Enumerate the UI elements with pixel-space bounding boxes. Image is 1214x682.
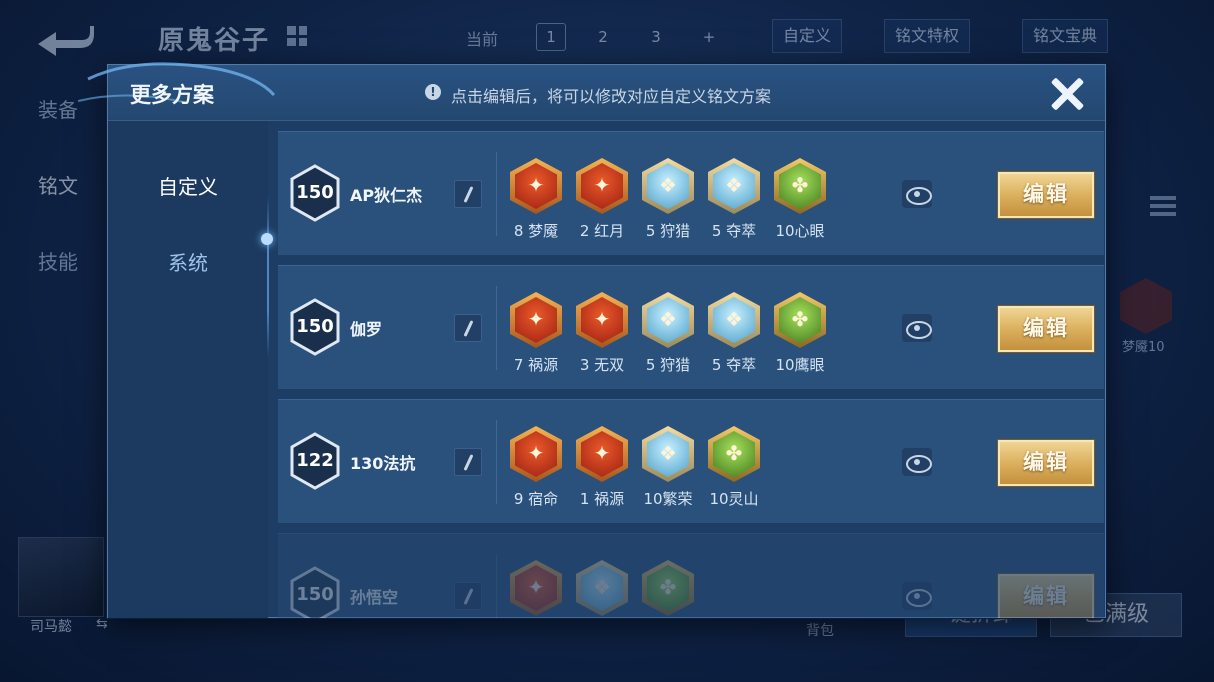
level-number: 150 xyxy=(296,584,334,605)
plan-name: 孙悟空 xyxy=(350,588,399,607)
swap-icon[interactable]: ⇆ xyxy=(96,616,108,632)
level-number: 150 xyxy=(296,182,334,203)
rune-slot[interactable]: ❖ 5 狩猎 xyxy=(642,292,694,374)
rune-slot[interactable]: ✤ 10灵山 xyxy=(708,426,760,508)
rune-slot[interactable]: ✦ 9 宿命 xyxy=(510,426,562,508)
level-number: 150 xyxy=(296,316,334,337)
side-tab-runes[interactable]: 铭文 xyxy=(38,170,78,199)
lightning-icon: ❖ xyxy=(642,292,694,348)
plan-row: 150 孙悟空 ✦ ❖ ✤ 编辑 xyxy=(278,533,1104,618)
edit-button[interactable]: 编辑 xyxy=(998,306,1094,352)
knot-icon: ❖ xyxy=(708,158,760,214)
page-tab-2[interactable]: 2 xyxy=(588,23,618,51)
hero-avatar[interactable] xyxy=(18,537,104,617)
preview-eye-icon[interactable] xyxy=(902,448,932,476)
rune-slot[interactable]: ❖ xyxy=(576,560,628,618)
clover-icon: ✤ xyxy=(774,292,826,348)
knot-icon: ❖ xyxy=(576,560,628,616)
preview-eye-icon[interactable] xyxy=(902,314,932,342)
level-badge: 150 xyxy=(289,566,341,618)
rune-slot[interactable]: ✤ 10鹰眼 xyxy=(774,292,826,374)
rune-preview-icon xyxy=(1120,278,1172,334)
grid-icon[interactable] xyxy=(287,26,307,46)
preview-eye-icon[interactable] xyxy=(902,180,932,208)
diamond-icon: ✦ xyxy=(576,292,628,348)
info-text: 点击编辑后，将可以修改对应自定义铭文方案 xyxy=(451,87,772,106)
flame-crest-icon: ✦ xyxy=(510,560,562,616)
custom-button[interactable]: 自定义 xyxy=(772,19,843,53)
rune-slot[interactable]: ✦ 7 祸源 xyxy=(510,292,562,374)
rename-pencil-icon[interactable] xyxy=(454,582,482,610)
info-icon: ! xyxy=(425,84,441,100)
active-tab-indicator xyxy=(261,233,273,245)
rune-label: 10鹰眼 xyxy=(775,356,825,374)
bag-label: 背包 xyxy=(806,623,834,639)
edit-button[interactable]: 编辑 xyxy=(998,172,1094,218)
claw-icon: ✦ xyxy=(576,426,628,482)
dialog-title: 更多方案 xyxy=(130,83,214,107)
page-tab-3[interactable]: 3 xyxy=(641,23,671,51)
hero-name: 司马懿 xyxy=(30,619,72,635)
rune-slot[interactable]: ✦ 1 祸源 xyxy=(576,426,628,508)
row-divider xyxy=(496,554,497,618)
level-number: 122 xyxy=(296,450,334,471)
page-tab-1[interactable]: 1 xyxy=(536,23,566,51)
star-icon: ❖ xyxy=(642,426,694,482)
rune-slot[interactable]: ✦ xyxy=(510,560,562,618)
rune-privilege-button[interactable]: 铭文特权 xyxy=(884,19,971,53)
side-tab-skills[interactable]: 技能 xyxy=(38,246,78,275)
rune-slot[interactable]: ✦ 8 梦魇 xyxy=(510,158,562,240)
current-label: 当前 xyxy=(466,30,499,49)
rune-slot[interactable]: ✤ xyxy=(642,560,694,618)
level-badge: 150 xyxy=(289,164,341,222)
lightning-icon: ❖ xyxy=(642,158,694,214)
tab-custom[interactable]: 自定义 xyxy=(108,171,268,200)
rune-slot[interactable]: ❖ 5 夺萃 xyxy=(708,158,760,240)
rune-slot[interactable]: ✤ 10心眼 xyxy=(774,158,826,240)
preview-eye-icon[interactable] xyxy=(902,582,932,610)
mountain-icon: ✤ xyxy=(708,426,760,482)
dialog-header: 更多方案 ! 点击编辑后，将可以修改对应自定义铭文方案 xyxy=(78,62,1105,121)
rune-slot[interactable]: ❖ 5 狩猎 xyxy=(642,158,694,240)
tab-system[interactable]: 系统 xyxy=(108,247,268,276)
rename-pencil-icon[interactable] xyxy=(454,448,482,476)
rune-slot[interactable]: ✦ 2 红月 xyxy=(576,158,628,240)
rune-preview-label: 梦魇10 xyxy=(1122,340,1165,355)
plan-name: 130法抗 xyxy=(350,454,416,473)
side-tab-equipment[interactable]: 装备 xyxy=(38,94,78,123)
plan-list[interactable]: 150 AP狄仁杰 ✦ 8 梦魇 ✦ 2 红月 ❖ 5 狩猎 ❖ 5 夺萃 ✤ 10心眼 编辑 150 伽罗… xyxy=(278,131,1104,618)
more-plans-dialog: 更多方案 ! 点击编辑后，将可以修改对应自定义铭文方案 自定义 系统 150 AP… xyxy=(78,62,1106,618)
sidebar-divider xyxy=(267,197,269,357)
rune-slot[interactable]: ✦ 3 无双 xyxy=(576,292,628,374)
plan-row: 150 伽罗 ✦ 7 祸源 ✦ 3 无双 ❖ 5 狩猎 ❖ 5 夺萃 ✤ 10鹰眼 编辑 xyxy=(278,265,1104,389)
knot-icon: ❖ xyxy=(708,292,760,348)
rename-pencil-icon[interactable] xyxy=(454,180,482,208)
flame-icon: ✦ xyxy=(510,426,562,482)
hero-title: 原鬼谷子 xyxy=(158,26,271,56)
rune-slot[interactable]: ❖ 10繁荣 xyxy=(642,426,694,508)
rename-pencil-icon[interactable] xyxy=(454,314,482,342)
rune-slot[interactable]: ❖ 5 夺萃 xyxy=(708,292,760,374)
rune-label: 10灵山 xyxy=(709,490,759,508)
back-arrow-icon[interactable] xyxy=(30,18,94,58)
rune-codex-button[interactable]: 铭文宝典 xyxy=(1022,19,1109,53)
clover-icon: ✤ xyxy=(642,560,694,616)
plan-type-sidebar: 自定义 系统 xyxy=(108,121,273,618)
list-icon[interactable] xyxy=(1150,196,1176,224)
level-badge: 150 xyxy=(289,298,341,356)
plan-row: 150 AP狄仁杰 ✦ 8 梦魇 ✦ 2 红月 ❖ 5 狩猎 ❖ 5 夺萃 ✤ 10心眼 编辑 xyxy=(278,131,1104,255)
plan-name: 伽罗 xyxy=(350,320,383,339)
crescent-moon-icon: ✦ xyxy=(576,158,628,214)
edit-button[interactable]: 编辑 xyxy=(998,574,1094,618)
plan-name: AP狄仁杰 xyxy=(350,186,423,205)
claw-icon: ✦ xyxy=(510,292,562,348)
add-page-button[interactable]: + xyxy=(694,23,724,51)
rune-label: 10心眼 xyxy=(775,222,825,240)
close-button[interactable] xyxy=(1046,73,1088,115)
plan-row: 122 130法抗 ✦ 9 宿命 ✦ 1 祸源 ❖ 10繁荣 ✤ 10灵山 编辑 xyxy=(278,399,1104,523)
flame-crest-icon: ✦ xyxy=(510,158,562,214)
eye-gate-icon: ✤ xyxy=(774,158,826,214)
edit-button[interactable]: 编辑 xyxy=(998,440,1094,486)
level-badge: 122 xyxy=(289,432,341,490)
